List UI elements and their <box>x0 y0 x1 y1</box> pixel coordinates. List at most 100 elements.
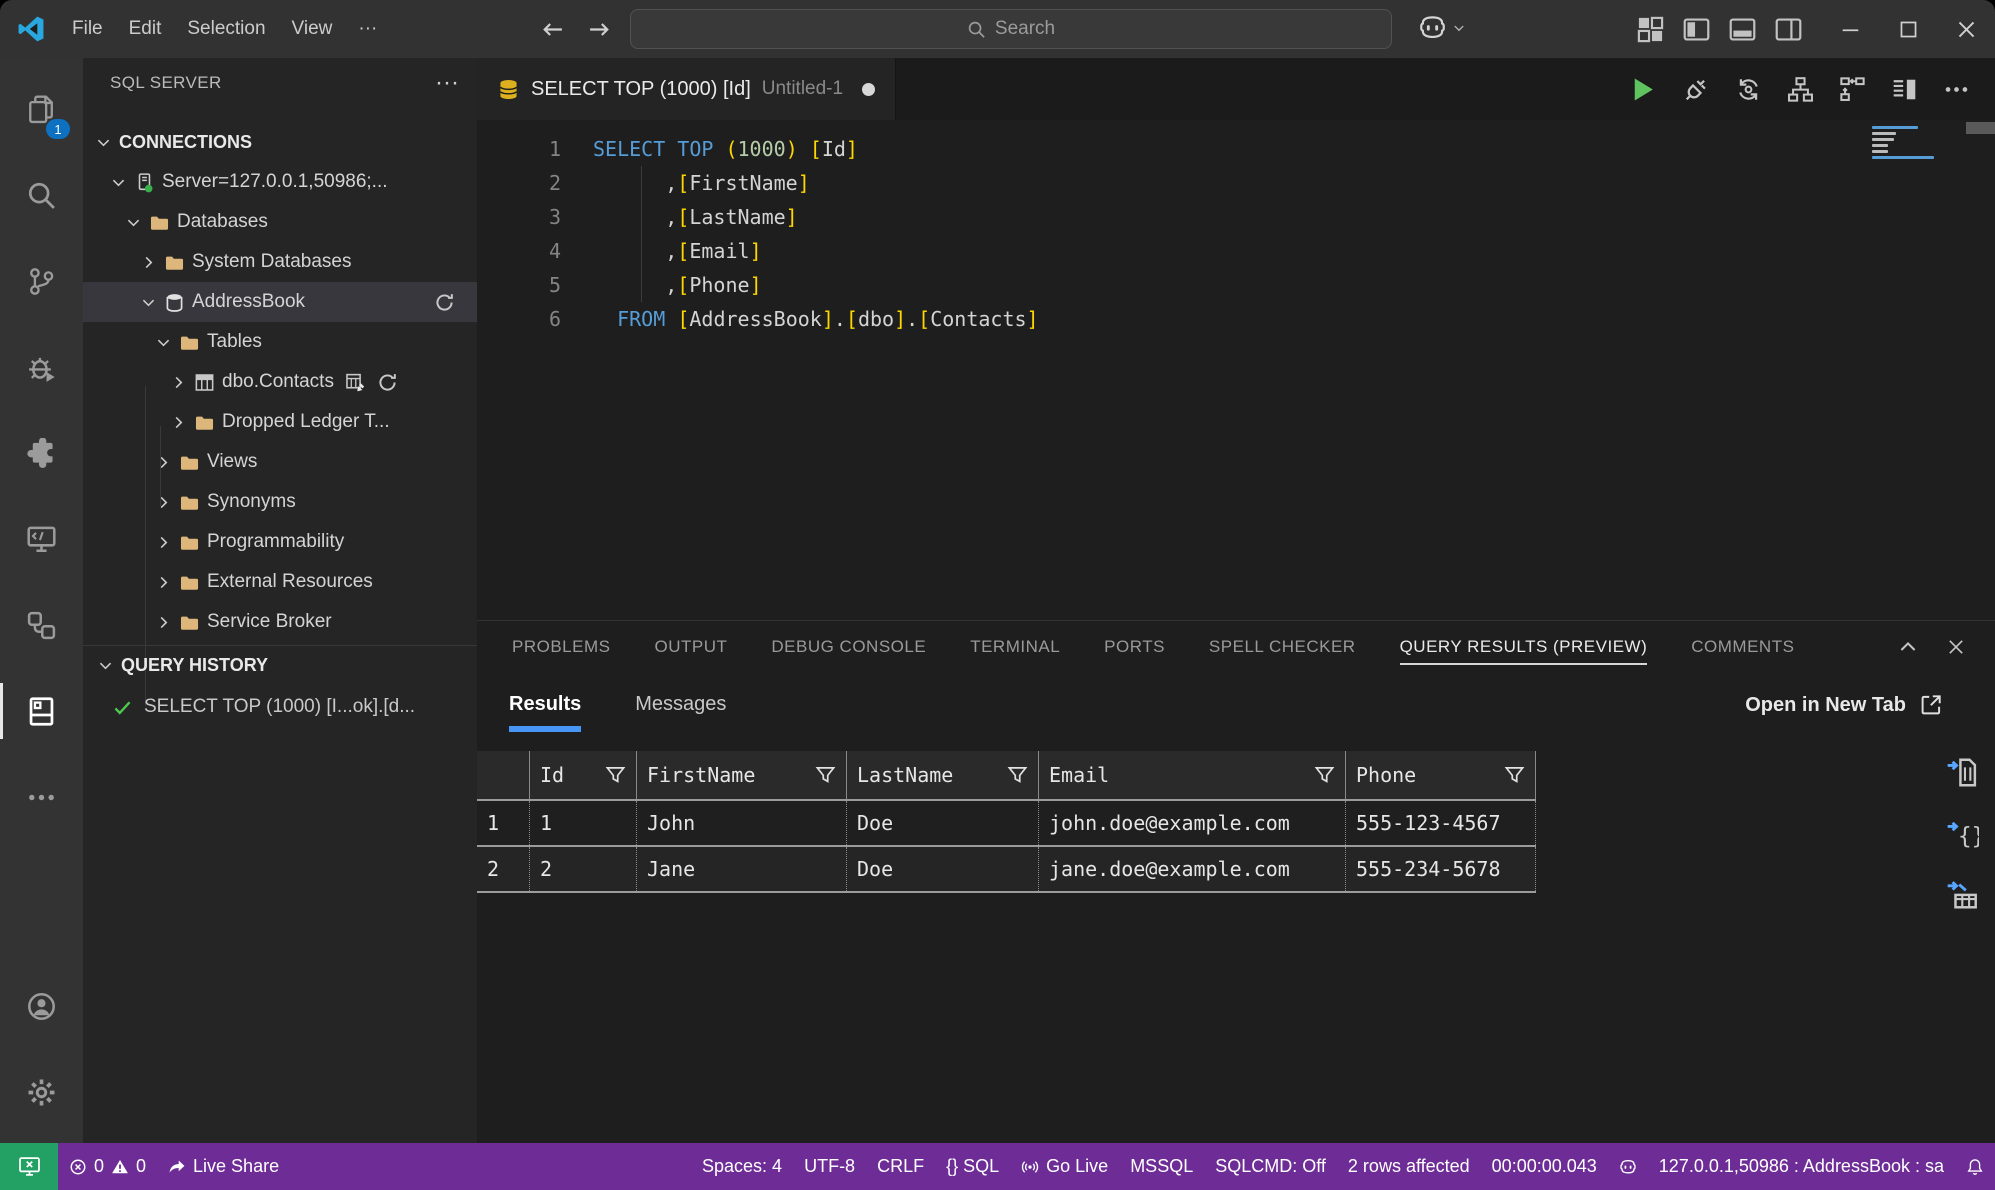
panel-tab-query-results-preview[interactable]: QUERY RESULTS (PREVIEW) <box>1400 623 1648 671</box>
activity-sql-server[interactable] <box>0 668 83 754</box>
minimap[interactable] <box>1872 126 1950 162</box>
save-as-json-icon[interactable]: {} <box>1946 817 1979 850</box>
messages-tab[interactable]: Messages <box>635 693 726 732</box>
status-sql[interactable]: {} SQL <box>935 1143 1010 1190</box>
status-mssql[interactable]: MSSQL <box>1119 1143 1204 1190</box>
activity-explorer[interactable]: 1 <box>0 66 83 152</box>
tree-item-external-resources[interactable]: External Resources <box>83 562 477 602</box>
panel-tab-debug-console[interactable]: DEBUG CONSOLE <box>771 623 926 671</box>
activity-extensions[interactable] <box>0 410 83 496</box>
panel-tab-ports[interactable]: PORTS <box>1104 623 1165 671</box>
estimated-plan-icon[interactable] <box>1787 76 1814 103</box>
activity-manage-settings[interactable] <box>0 1049 83 1135</box>
code-line-3[interactable]: 3 ,[LastName] <box>477 200 1995 234</box>
live-share-status[interactable]: Live Share <box>157 1143 290 1190</box>
funnel-icon[interactable] <box>1504 765 1525 786</box>
scrollbar-thumb[interactable] <box>1966 122 1995 134</box>
cell[interactable]: Doe <box>847 847 1039 891</box>
save-as-csv-icon[interactable] <box>1946 756 1979 789</box>
minimize-window-button[interactable] <box>1821 0 1879 58</box>
activity-accounts[interactable] <box>0 963 83 1049</box>
status-copilot[interactable] <box>1608 1143 1648 1190</box>
toggle-secondary-sidebar-icon[interactable] <box>1774 15 1803 44</box>
activity-database-projects[interactable] <box>0 582 83 668</box>
column-header-firstname[interactable]: FirstName <box>637 751 847 799</box>
command-center-search[interactable]: Search <box>630 9 1392 49</box>
status-2-rows-affected[interactable]: 2 rows affected <box>1337 1143 1481 1190</box>
tree-item-server-127-0-0-1-50986[interactable]: Server=127.0.0.1,50986;... <box>83 162 477 202</box>
funnel-icon[interactable] <box>605 765 626 786</box>
unsaved-changes-dot[interactable] <box>862 83 875 96</box>
column-header-email[interactable]: Email <box>1039 751 1346 799</box>
status-go-live[interactable]: Go Live <box>1010 1143 1119 1190</box>
status-00-00-00-043[interactable]: 00:00:00.043 <box>1481 1143 1608 1190</box>
code-line-2[interactable]: 2 ,[FirstName] <box>477 166 1995 200</box>
row-number[interactable]: 1 <box>477 801 530 845</box>
cell[interactable]: 555-234-5678 <box>1346 847 1536 891</box>
tree-item-dropped-ledger-t[interactable]: Dropped Ledger T... <box>83 402 477 442</box>
code-line-4[interactable]: 4 ,[Email] <box>477 234 1995 268</box>
activity-remote-explorer[interactable] <box>0 496 83 582</box>
maximize-panel-icon[interactable] <box>1897 636 1919 658</box>
tree-item-tables[interactable]: Tables <box>83 322 477 362</box>
activity-run-and-debug[interactable] <box>0 324 83 410</box>
status-crlf[interactable]: CRLF <box>866 1143 935 1190</box>
tree-item-addressbook[interactable]: AddressBook <box>83 282 477 322</box>
status-spaces-4[interactable]: Spaces: 4 <box>691 1143 793 1190</box>
tree-item-views[interactable]: Views <box>83 442 477 482</box>
tree-item-synonyms[interactable]: Synonyms <box>83 482 477 522</box>
cell[interactable]: Jane <box>637 847 847 891</box>
tree-item-service-broker[interactable]: Service Broker <box>83 602 477 642</box>
panel-tab-spell-checker[interactable]: SPELL CHECKER <box>1209 623 1356 671</box>
copilot-menu-button[interactable] <box>1418 13 1466 42</box>
code-line-1[interactable]: 1SELECT TOP (1000) [Id] <box>477 132 1995 166</box>
code-line-5[interactable]: 5 ,[Phone] <box>477 268 1995 302</box>
activity-source-control[interactable] <box>0 238 83 324</box>
column-header-id[interactable]: Id <box>530 751 637 799</box>
cell[interactable]: 555-123-4567 <box>1346 801 1536 845</box>
activity-additional-views[interactable] <box>0 754 83 840</box>
sidebar-more-actions[interactable]: ··· <box>435 78 459 88</box>
toggle-panel-icon[interactable] <box>1728 15 1757 44</box>
funnel-icon[interactable] <box>1314 765 1335 786</box>
menu-more[interactable]: ··· <box>345 18 390 40</box>
tree-item-system-databases[interactable]: System Databases <box>83 242 477 282</box>
more-actions-icon[interactable] <box>1943 76 1970 103</box>
cell[interactable]: john.doe@example.com <box>1039 801 1346 845</box>
go-back-icon[interactable] <box>540 17 565 42</box>
editor-tab-untitled-1[interactable]: SELECT TOP (1000) [Id] Untitled-1 <box>477 58 896 120</box>
refresh-icon[interactable] <box>377 372 398 393</box>
cell[interactable]: Doe <box>847 801 1039 845</box>
save-as-excel-icon[interactable] <box>1946 878 1979 911</box>
toggle-primary-sidebar-icon[interactable] <box>1682 15 1711 44</box>
status-bell[interactable] <box>1955 1143 1995 1190</box>
open-in-new-tab-button[interactable]: Open in New Tab <box>1745 693 1943 717</box>
results-tab[interactable]: Results <box>509 693 581 732</box>
column-header-lastname[interactable]: LastName <box>847 751 1039 799</box>
query-history-header[interactable]: QUERY HISTORY <box>83 645 477 684</box>
panel-tab-problems[interactable]: PROBLEMS <box>512 623 610 671</box>
toggle-query-results-icon[interactable] <box>1891 76 1918 103</box>
enable-actual-plan-icon[interactable] <box>1839 76 1866 103</box>
cell[interactable]: jane.doe@example.com <box>1039 847 1346 891</box>
status-sqlcmd-off[interactable]: SQLCMD: Off <box>1204 1143 1337 1190</box>
customize-layout-icon[interactable] <box>1636 15 1665 44</box>
menu-file[interactable]: File <box>59 18 116 40</box>
menu-edit[interactable]: Edit <box>116 18 175 40</box>
tree-item-dbo-contacts[interactable]: dbo.Contacts <box>83 362 477 402</box>
tree-item-connections[interactable]: CONNECTIONS <box>83 122 477 162</box>
cell[interactable]: John <box>637 801 847 845</box>
run-query-icon[interactable] <box>1627 74 1658 105</box>
close-window-button[interactable] <box>1937 0 1995 58</box>
status-utf-8[interactable]: UTF-8 <box>793 1143 866 1190</box>
close-panel-icon[interactable] <box>1945 636 1967 658</box>
code-line-6[interactable]: 6 FROM [AddressBook].[dbo].[Contacts] <box>477 302 1995 336</box>
query-history-item[interactable]: SELECT TOP (1000) [I...ok].[d... <box>83 687 477 727</box>
panel-tab-comments[interactable]: COMMENTS <box>1691 623 1794 671</box>
cell[interactable]: 2 <box>530 847 637 891</box>
go-forward-icon[interactable] <box>587 17 612 42</box>
tree-item-programmability[interactable]: Programmability <box>83 522 477 562</box>
maximize-window-button[interactable] <box>1879 0 1937 58</box>
status-127-0-0-1-50986-addressbook-sa[interactable]: 127.0.0.1,50986 : AddressBook : sa <box>1648 1143 1955 1190</box>
table-edit-icon[interactable] <box>345 372 366 393</box>
